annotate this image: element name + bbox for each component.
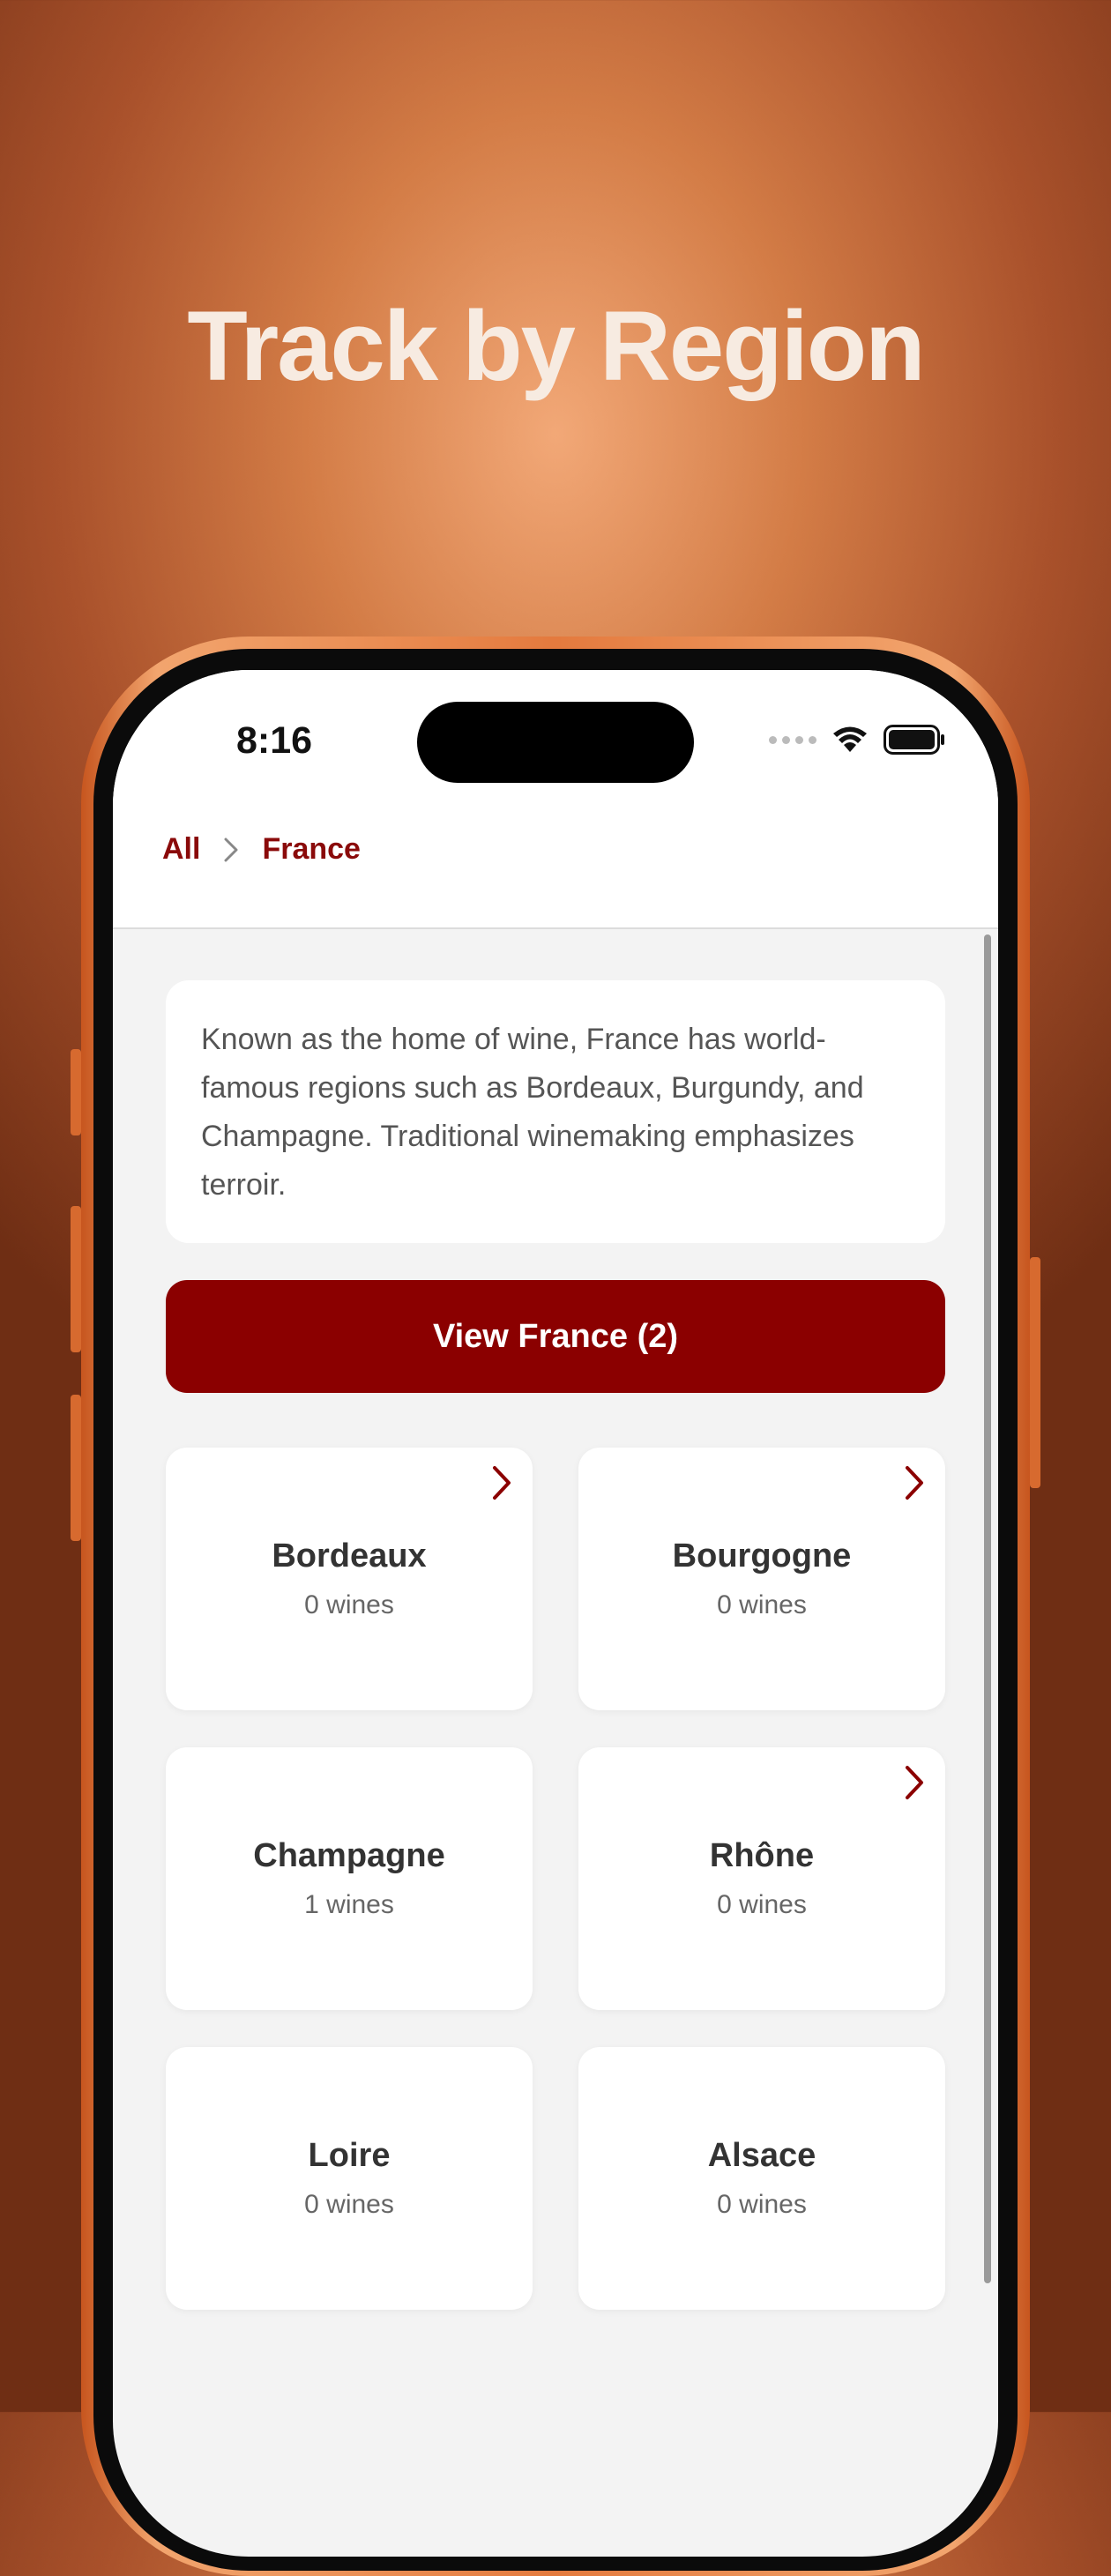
region-wine-count: 0 wines bbox=[304, 1590, 394, 1619]
region-card-bourgogne[interactable]: Bourgogne 0 wines bbox=[578, 1448, 945, 1710]
scrollbar[interactable] bbox=[984, 934, 991, 2283]
region-wine-count: 0 wines bbox=[717, 1890, 807, 1919]
region-card-loire[interactable]: Loire 0 wines bbox=[166, 2047, 533, 2310]
chevron-right-icon bbox=[493, 1466, 511, 1500]
breadcrumb-all[interactable]: All bbox=[162, 832, 200, 867]
breadcrumb-france[interactable]: France bbox=[262, 832, 361, 867]
chevron-right-icon bbox=[906, 1766, 923, 1799]
volume-down-button bbox=[71, 1395, 81, 1541]
action-button bbox=[71, 1049, 81, 1135]
region-card-alsace[interactable]: Alsace 0 wines bbox=[578, 2047, 945, 2310]
headline: Track by Region bbox=[187, 291, 925, 401]
region-name: Bordeaux bbox=[272, 1537, 427, 1575]
breadcrumb-chevron-icon bbox=[224, 838, 238, 861]
region-wine-count: 0 wines bbox=[717, 2190, 807, 2219]
status-icons bbox=[769, 725, 945, 755]
phone-screen: 8:16 All France Known as the home of win… bbox=[113, 670, 998, 2557]
view-country-button[interactable]: View France (2) bbox=[166, 1280, 945, 1393]
region-wine-count: 0 wines bbox=[717, 1590, 807, 1619]
region-name: Champagne bbox=[253, 1837, 445, 1874]
dynamic-island bbox=[417, 702, 694, 783]
wifi-icon bbox=[833, 726, 867, 752]
region-card-bordeaux[interactable]: Bordeaux 0 wines bbox=[166, 1448, 533, 1710]
status-time: 8:16 bbox=[236, 719, 313, 762]
region-card-rhone[interactable]: Rhône 0 wines bbox=[578, 1747, 945, 2010]
region-wine-count: 1 wines bbox=[304, 1890, 394, 1919]
country-description: Known as the home of wine, France has wo… bbox=[166, 980, 945, 1243]
power-button bbox=[1030, 1257, 1040, 1488]
region-name: Rhône bbox=[709, 1837, 815, 1874]
volume-up-button bbox=[71, 1206, 81, 1352]
signal-icon bbox=[769, 735, 816, 744]
breadcrumb: All France bbox=[162, 832, 361, 867]
region-name: Alsace bbox=[707, 2137, 816, 2174]
region-wine-count: 0 wines bbox=[304, 2190, 394, 2219]
navigation-header: 8:16 All France bbox=[113, 670, 998, 929]
region-card-champagne[interactable]: Champagne 1 wines bbox=[166, 1747, 533, 2010]
region-name: Bourgogne bbox=[672, 1537, 852, 1575]
battery-icon bbox=[884, 725, 944, 755]
chevron-right-icon bbox=[906, 1466, 923, 1500]
region-name: Loire bbox=[308, 2137, 391, 2174]
